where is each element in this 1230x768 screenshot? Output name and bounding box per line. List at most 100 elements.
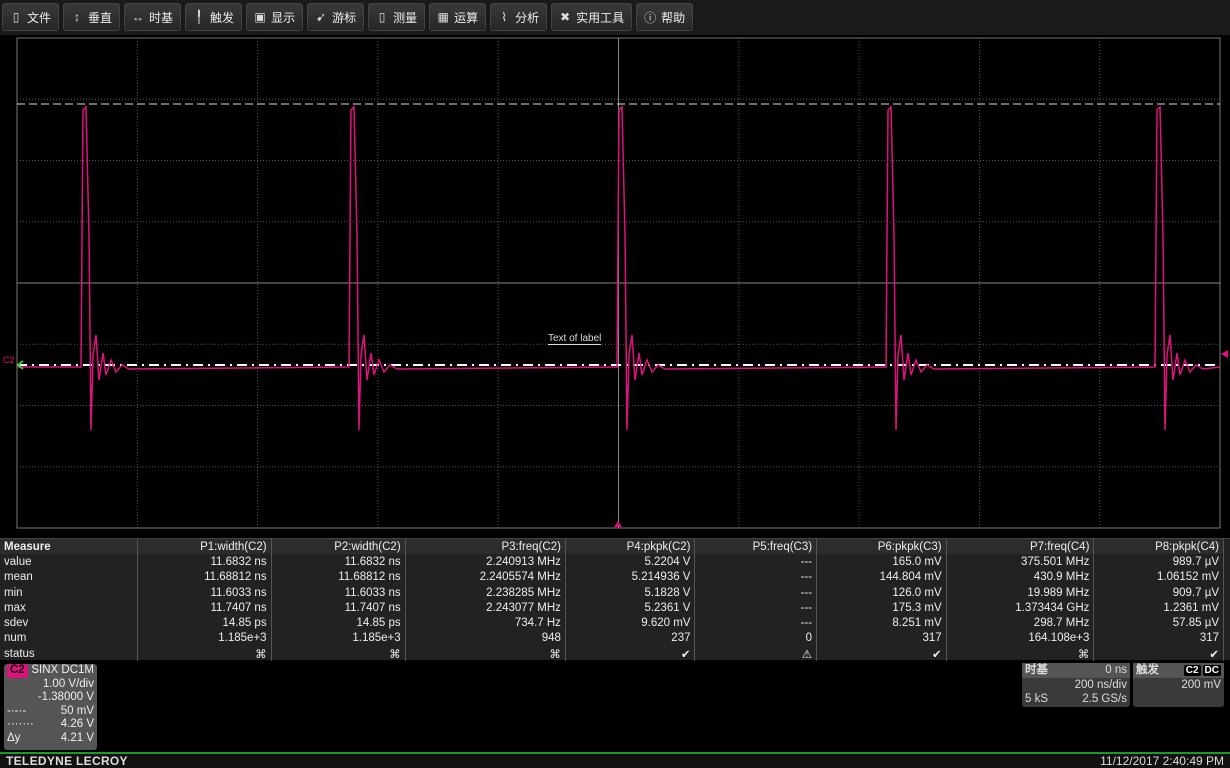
menu-6[interactable]: ▯ 测量 bbox=[368, 3, 426, 31]
menu-9[interactable]: ✖ 实用工具 bbox=[551, 3, 633, 31]
measure-row: value 11.6832 ns 11.6832 ns 2.240913 MHz 5.2… bbox=[0, 554, 1224, 570]
status-x-icon: ⌘ bbox=[946, 646, 1095, 662]
dashdot-cursor-value: 50 mV bbox=[60, 704, 94, 717]
measure-cell: value bbox=[0, 554, 138, 570]
clipboard-icon: ▯ bbox=[12, 10, 20, 24]
menu-3[interactable]: ╿ 触发 bbox=[185, 3, 243, 31]
menu-5[interactable]: ➹ 游标 bbox=[307, 3, 365, 31]
timebase-title: 时基 bbox=[1025, 664, 1048, 676]
measure-cell: 19.989 MHz bbox=[946, 584, 1095, 601]
measure-cell: 5.214936 V bbox=[565, 569, 696, 585]
dashdot-cursor-label: -·-·- bbox=[7, 704, 27, 717]
measure-cell: 1.185e+3 bbox=[271, 630, 406, 647]
measure-row: mean 11.68812 ns 11.68812 ns 2.2405574 MHz 5… bbox=[0, 569, 1224, 585]
menu-1[interactable]: ↕ 垂直 bbox=[63, 3, 121, 31]
measure-cell: --- bbox=[694, 584, 818, 601]
measure-cell: 175.3 mV bbox=[816, 600, 947, 616]
measure-header-row: Measure P1:width(C2) P2:width(C2) P3:freq(C… bbox=[0, 539, 1224, 555]
measure-cell: 2.238285 MHz bbox=[405, 584, 566, 601]
menu-7[interactable]: ▦ 运算 bbox=[429, 3, 487, 31]
menu-label: 触发 bbox=[210, 10, 235, 25]
info-icon: ⓘ bbox=[644, 10, 657, 25]
trigger-icon: ╿ bbox=[195, 10, 203, 24]
measure-cell: 5.1828 V bbox=[565, 584, 696, 601]
waveform-display[interactable]: C2 Text of label bbox=[0, 35, 1230, 537]
measure-cell: 9.620 mV bbox=[565, 615, 696, 631]
measurement-table: Measure P1:width(C2) P2:width(C2) P3:freq(C… bbox=[0, 538, 1230, 662]
measure-cell: 1.06152 mV bbox=[1093, 569, 1224, 585]
measure-cell: 734.7 Hz bbox=[405, 615, 566, 631]
measure-cell: 909.7 µV bbox=[1093, 584, 1224, 601]
measure-header-cell[interactable]: P4:pkpk(C2) bbox=[565, 539, 696, 555]
measure-header-cell[interactable]: P8:pkpk(C4) bbox=[1093, 539, 1224, 555]
brand-logo: TELEDYNE LECROY bbox=[6, 754, 128, 768]
measure-cell: 2.2405574 MHz bbox=[405, 569, 566, 585]
measure-cell: 2.240913 MHz bbox=[405, 554, 566, 570]
measure-cell: 11.6033 ns bbox=[137, 584, 272, 601]
measure-row: sdev 14.85 ps 14.85 ps 734.7 Hz 9.620 mV --- 8… bbox=[0, 615, 1224, 631]
channel-marker[interactable]: C2 bbox=[3, 355, 15, 365]
measure-cell: 11.7407 ns bbox=[271, 600, 406, 616]
status-ok-icon: ✔ bbox=[1093, 646, 1224, 662]
measure-cell: 57.85 µV bbox=[1093, 615, 1224, 631]
trigger-coupling: DC bbox=[1202, 665, 1221, 676]
measure-cell: 126.0 mV bbox=[816, 584, 947, 601]
measure-cell: 165.0 mV bbox=[816, 554, 947, 570]
vertical-arrows-icon: ↕ bbox=[74, 10, 81, 24]
trigger-descriptor[interactable]: 触发 C2 DC 200 mV bbox=[1133, 663, 1224, 707]
measure-cell: --- bbox=[694, 569, 818, 585]
channel-descriptor-c2[interactable]: C2 SINX DC1M 1.00 V/div -1.38000 V -·-·- 5… bbox=[4, 664, 97, 750]
cursor-icon: ➹ bbox=[316, 10, 327, 24]
graticule bbox=[16, 37, 1228, 529]
horizontal-arrows-icon: ↔ bbox=[132, 10, 145, 24]
status-x-icon: ⌘ bbox=[271, 646, 406, 662]
footer: TELEDYNE LECROY 11/12/2017 2:40:49 PM bbox=[0, 752, 1230, 768]
menu-label: 实用工具 bbox=[576, 10, 625, 25]
measure-cell: 430.9 MHz bbox=[946, 569, 1095, 585]
measure-header-cell[interactable]: P3:freq(C2) bbox=[405, 539, 566, 555]
coupling: SINX DC1M bbox=[31, 664, 94, 676]
measure-cell: 11.68812 ns bbox=[271, 569, 406, 585]
measure-cell: 11.6832 ns bbox=[137, 554, 272, 570]
measure-icon: ▯ bbox=[378, 10, 386, 24]
volts-per-div: 1.00 V/div bbox=[42, 677, 94, 690]
time-per-div: 200 ns/div bbox=[1074, 679, 1127, 691]
measure-header-cell[interactable]: P1:width(C2) bbox=[137, 539, 272, 555]
trace-label[interactable]: Text of label bbox=[548, 333, 602, 345]
timebase-descriptor[interactable]: 时基 0 ns 200 ns/div 5 kS 2.5 GS/s bbox=[1022, 663, 1130, 707]
menu-2[interactable]: ↔ 时基 bbox=[124, 3, 182, 31]
measure-cell: 14.85 ps bbox=[271, 615, 406, 631]
measure-cell: 1.373434 GHz bbox=[946, 600, 1095, 616]
status-warn-icon: ⚠ bbox=[694, 646, 818, 662]
menu-label: 显示 bbox=[271, 10, 296, 25]
measure-cell: 144.804 mV bbox=[816, 569, 947, 585]
menu-10[interactable]: ⓘ 帮助 bbox=[636, 3, 694, 31]
menu-8[interactable]: ⌇ 分析 bbox=[490, 3, 548, 31]
measure-header-cell[interactable]: P5:freq(C3) bbox=[694, 539, 818, 555]
trigger-title: 触发 bbox=[1136, 664, 1159, 676]
measure-cell: 5.2204 V bbox=[565, 554, 696, 570]
measure-cell: 1.2361 mV bbox=[1093, 600, 1224, 616]
menu-label: 游标 bbox=[332, 10, 357, 25]
menu-0[interactable]: ▯ 文件 bbox=[2, 3, 60, 31]
channel-badge: C2 bbox=[7, 664, 28, 678]
menu-label: 时基 bbox=[149, 10, 174, 25]
measure-cell: 5.2361 V bbox=[565, 600, 696, 616]
menu-4[interactable]: ▣ 显示 bbox=[246, 3, 304, 31]
measure-cell: 317 bbox=[816, 630, 947, 647]
measure-cell: --- bbox=[694, 554, 818, 570]
measure-header-cell[interactable]: P6:pkpk(C3) bbox=[816, 539, 947, 555]
menu-label: 运算 bbox=[454, 10, 479, 25]
measure-cell: 989.7 µV bbox=[1093, 554, 1224, 570]
measure-header-cell[interactable]: P2:width(C2) bbox=[271, 539, 406, 555]
measure-header-cell[interactable]: P7:freq(C4) bbox=[946, 539, 1095, 555]
measure-cell: 14.85 ps bbox=[137, 615, 272, 631]
measure-cell: min bbox=[0, 584, 138, 601]
measure-cell: mean bbox=[0, 569, 138, 585]
calculator-icon: ▦ bbox=[437, 10, 449, 24]
menu-label: 文件 bbox=[27, 10, 52, 25]
measure-cell: 11.68812 ns bbox=[137, 569, 272, 585]
measure-cell: --- bbox=[694, 615, 818, 631]
measure-cell: 2.243077 MHz bbox=[405, 600, 566, 616]
measure-cell: num bbox=[0, 630, 138, 647]
